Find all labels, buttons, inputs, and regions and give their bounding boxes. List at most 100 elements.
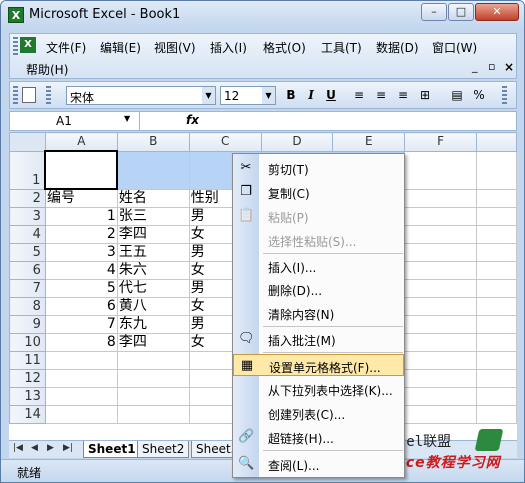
excel-icon[interactable]: X	[8, 7, 24, 23]
cell[interactable]	[404, 369, 478, 388]
column-header-b[interactable]: B	[116, 132, 190, 152]
row-header[interactable]: 5	[9, 243, 46, 262]
cell[interactable]	[116, 405, 190, 424]
cell[interactable]	[116, 369, 190, 388]
menu-item-insert-comment[interactable]: 🗨 插入批注(M)	[233, 328, 404, 350]
cell[interactable]	[476, 188, 517, 208]
percent-button[interactable]: %	[470, 87, 488, 104]
workbook-icon[interactable]: X	[20, 37, 36, 53]
cell[interactable]: 李四	[116, 333, 190, 352]
menu-item-format-cells[interactable]: ▦ 设置单元格格式(F)...	[233, 354, 404, 376]
cell[interactable]: 2	[44, 225, 118, 244]
cell[interactable]	[404, 315, 478, 334]
cell[interactable]	[476, 297, 517, 316]
cell[interactable]: 8	[44, 333, 118, 352]
cell[interactable]	[116, 150, 190, 190]
cell[interactable]	[404, 387, 478, 406]
row-header[interactable]: 11	[9, 351, 46, 370]
cell[interactable]	[476, 333, 517, 352]
cell[interactable]	[44, 405, 118, 424]
menu-window[interactable]: 窗口(W)	[430, 38, 479, 57]
menu-file[interactable]: 文件(F)	[44, 38, 88, 57]
row-header[interactable]: 12	[9, 369, 46, 388]
menu-format[interactable]: 格式(O)	[261, 38, 308, 57]
row-header[interactable]: 8	[9, 297, 46, 316]
prev-sheet-button[interactable]: ◀	[31, 443, 38, 453]
menu-item-delete[interactable]: 删除(D)...	[233, 278, 404, 300]
currency-icon[interactable]: ▤	[448, 87, 466, 104]
menu-insert[interactable]: 插入(I)	[208, 38, 249, 57]
cell[interactable]	[476, 315, 517, 334]
select-all-corner[interactable]	[9, 132, 46, 152]
new-document-icon[interactable]	[22, 87, 36, 103]
row-header[interactable]: 14	[9, 405, 46, 424]
column-header-a[interactable]: A	[44, 132, 118, 152]
row-header[interactable]: 4	[9, 225, 46, 244]
font-size-dropdown[interactable]: 12 ▼	[220, 86, 276, 105]
cell[interactable]: 7	[44, 315, 118, 334]
cell[interactable]: 5	[44, 279, 118, 298]
align-right-icon[interactable]: ≡	[394, 87, 412, 104]
cell[interactable]	[404, 207, 478, 226]
toolbar-options-grip[interactable]	[502, 86, 507, 104]
menu-view[interactable]: 视图(V)	[152, 38, 198, 57]
cell[interactable]	[404, 150, 478, 190]
insert-function-icon[interactable]: fx	[186, 113, 199, 127]
cell[interactable]	[476, 279, 517, 298]
row-header[interactable]: 2	[9, 188, 46, 208]
last-sheet-button[interactable]: ▶|	[63, 443, 73, 453]
menu-item-clear-contents[interactable]: 清除内容(N)	[233, 302, 404, 324]
menubar-grip[interactable]	[13, 37, 18, 55]
column-header-e[interactable]: E	[332, 132, 406, 152]
cell[interactable]: 代七	[116, 279, 190, 298]
menu-item-pick-from-list[interactable]: 从下拉列表中选择(K)...	[233, 378, 404, 400]
column-header-c[interactable]: C	[188, 132, 262, 152]
menu-item-copy[interactable]: ❐ 复制(C)	[233, 181, 404, 203]
cell[interactable]: 张三	[116, 207, 190, 226]
cell[interactable]	[404, 243, 478, 262]
cell[interactable]	[44, 369, 118, 388]
row-header[interactable]: 10	[9, 333, 46, 352]
cell[interactable]	[404, 351, 478, 370]
row-header[interactable]: 13	[9, 387, 46, 406]
cell[interactable]	[476, 225, 517, 244]
merge-center-icon[interactable]: ⊞	[416, 87, 434, 104]
row-header[interactable]: 7	[9, 279, 46, 298]
menu-data[interactable]: 数据(D)	[374, 38, 421, 57]
cell[interactable]	[476, 369, 517, 388]
cell[interactable]	[404, 333, 478, 352]
cell[interactable]: 李四	[116, 225, 190, 244]
tab-sheet1[interactable]: Sheet1	[83, 441, 141, 458]
cell[interactable]	[404, 279, 478, 298]
cell[interactable]	[404, 188, 478, 208]
cell[interactable]: 1	[44, 207, 118, 226]
chevron-down-icon[interactable]: ▼	[124, 114, 130, 123]
cell[interactable]	[476, 243, 517, 262]
tab-sheet2[interactable]: Sheet2	[137, 441, 190, 458]
minimize-button[interactable]: –	[421, 3, 447, 21]
cell[interactable]	[476, 351, 517, 370]
cell[interactable]	[476, 150, 517, 190]
cell[interactable]	[116, 351, 190, 370]
toolbar-grip[interactable]	[13, 86, 18, 104]
italic-button[interactable]: I	[302, 87, 320, 104]
cell[interactable]	[476, 207, 517, 226]
chevron-down-icon[interactable]: ▼	[262, 87, 275, 104]
cell[interactable]	[44, 351, 118, 370]
menu-item-create-list[interactable]: 创建列表(C)...	[233, 402, 404, 424]
cell[interactable]	[116, 387, 190, 406]
cell[interactable]: 3	[44, 243, 118, 262]
column-header-f[interactable]: F	[404, 132, 478, 152]
workbook-close-button[interactable]: ×	[504, 60, 514, 74]
row-header[interactable]: 3	[9, 207, 46, 226]
cell[interactable]	[404, 405, 478, 424]
first-sheet-button[interactable]: |◀	[13, 443, 23, 453]
row-header[interactable]: 9	[9, 315, 46, 334]
cell[interactable]: 王五	[116, 243, 190, 262]
bold-button[interactable]: B	[282, 87, 300, 104]
row-header[interactable]: 1	[9, 150, 46, 190]
cell[interactable]: 朱六	[116, 261, 190, 280]
workbook-minimize-button[interactable]: _	[472, 60, 478, 73]
cell[interactable]: 6	[44, 297, 118, 316]
cell[interactable]	[404, 261, 478, 280]
